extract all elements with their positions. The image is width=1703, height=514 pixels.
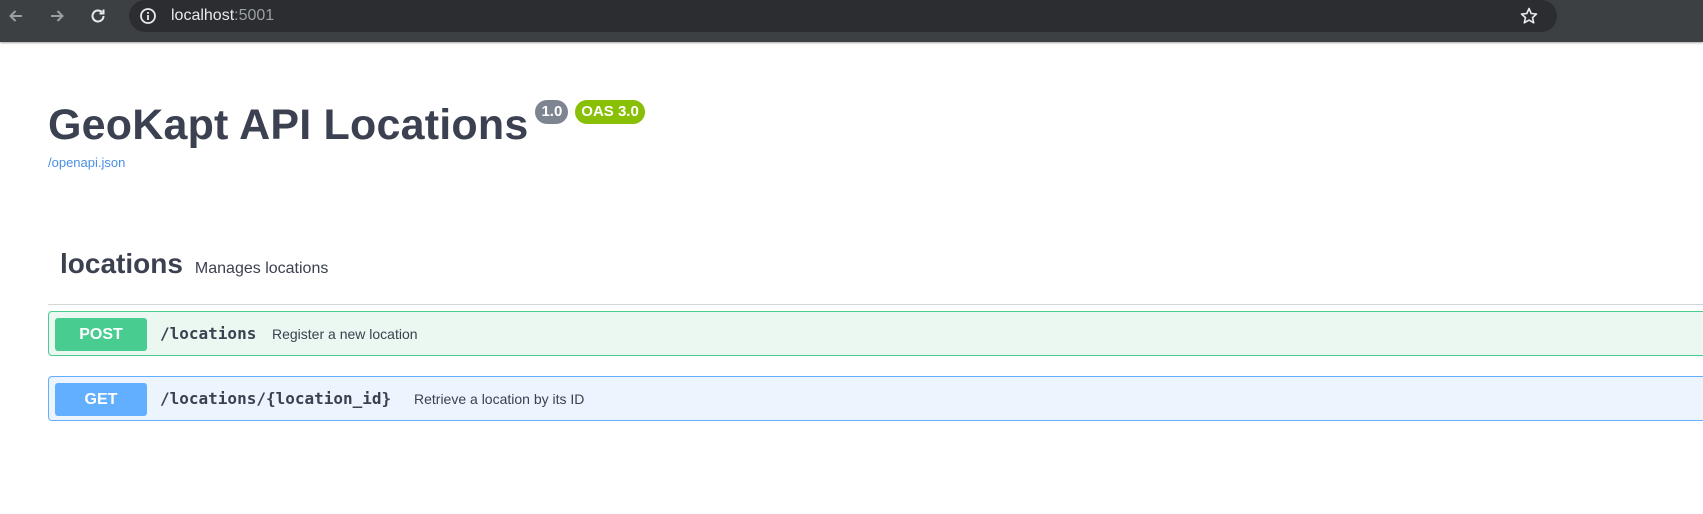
url-port: :5001 (234, 7, 275, 24)
page-title: GeoKapt API Locations (48, 101, 529, 149)
method-badge-post: POST (55, 318, 147, 351)
method-badge-get: GET (55, 383, 147, 416)
info-icon[interactable] (139, 7, 157, 25)
operation-summary: Register a new location (272, 326, 418, 342)
openapi-spec-link[interactable]: /openapi.json (48, 155, 125, 170)
tag-description: Manages locations (194, 260, 329, 277)
operation-get-location-by-id[interactable]: GET /locations/{location_id} Retrieve a … (48, 376, 1703, 421)
oas-badge: OAS 3.0 (575, 100, 645, 124)
back-arrow-icon[interactable] (6, 6, 26, 26)
operation-path: /locations/{location_id} (160, 389, 392, 408)
version-badge: 1.0 (535, 100, 569, 124)
reload-icon[interactable] (88, 6, 108, 26)
browser-toolbar: localhost:5001 (0, 0, 1703, 42)
address-bar[interactable]: localhost:5001 (129, 0, 1557, 32)
forward-arrow-icon[interactable] (47, 6, 67, 26)
url-host: localhost (171, 7, 235, 24)
tag-section-header[interactable]: locations Manages locations (60, 248, 328, 280)
tag-divider (48, 304, 1703, 305)
api-info-header: GeoKapt API Locations 1.0 OAS 3.0 (48, 98, 645, 152)
star-icon[interactable] (1519, 6, 1539, 26)
tag-name: locations (60, 248, 183, 279)
operation-path: /locations (160, 324, 257, 343)
url-text[interactable]: localhost:5001 (171, 6, 274, 26)
operation-summary: Retrieve a location by its ID (414, 391, 585, 407)
operation-post-locations[interactable]: POST /locations Register a new location (48, 311, 1703, 356)
